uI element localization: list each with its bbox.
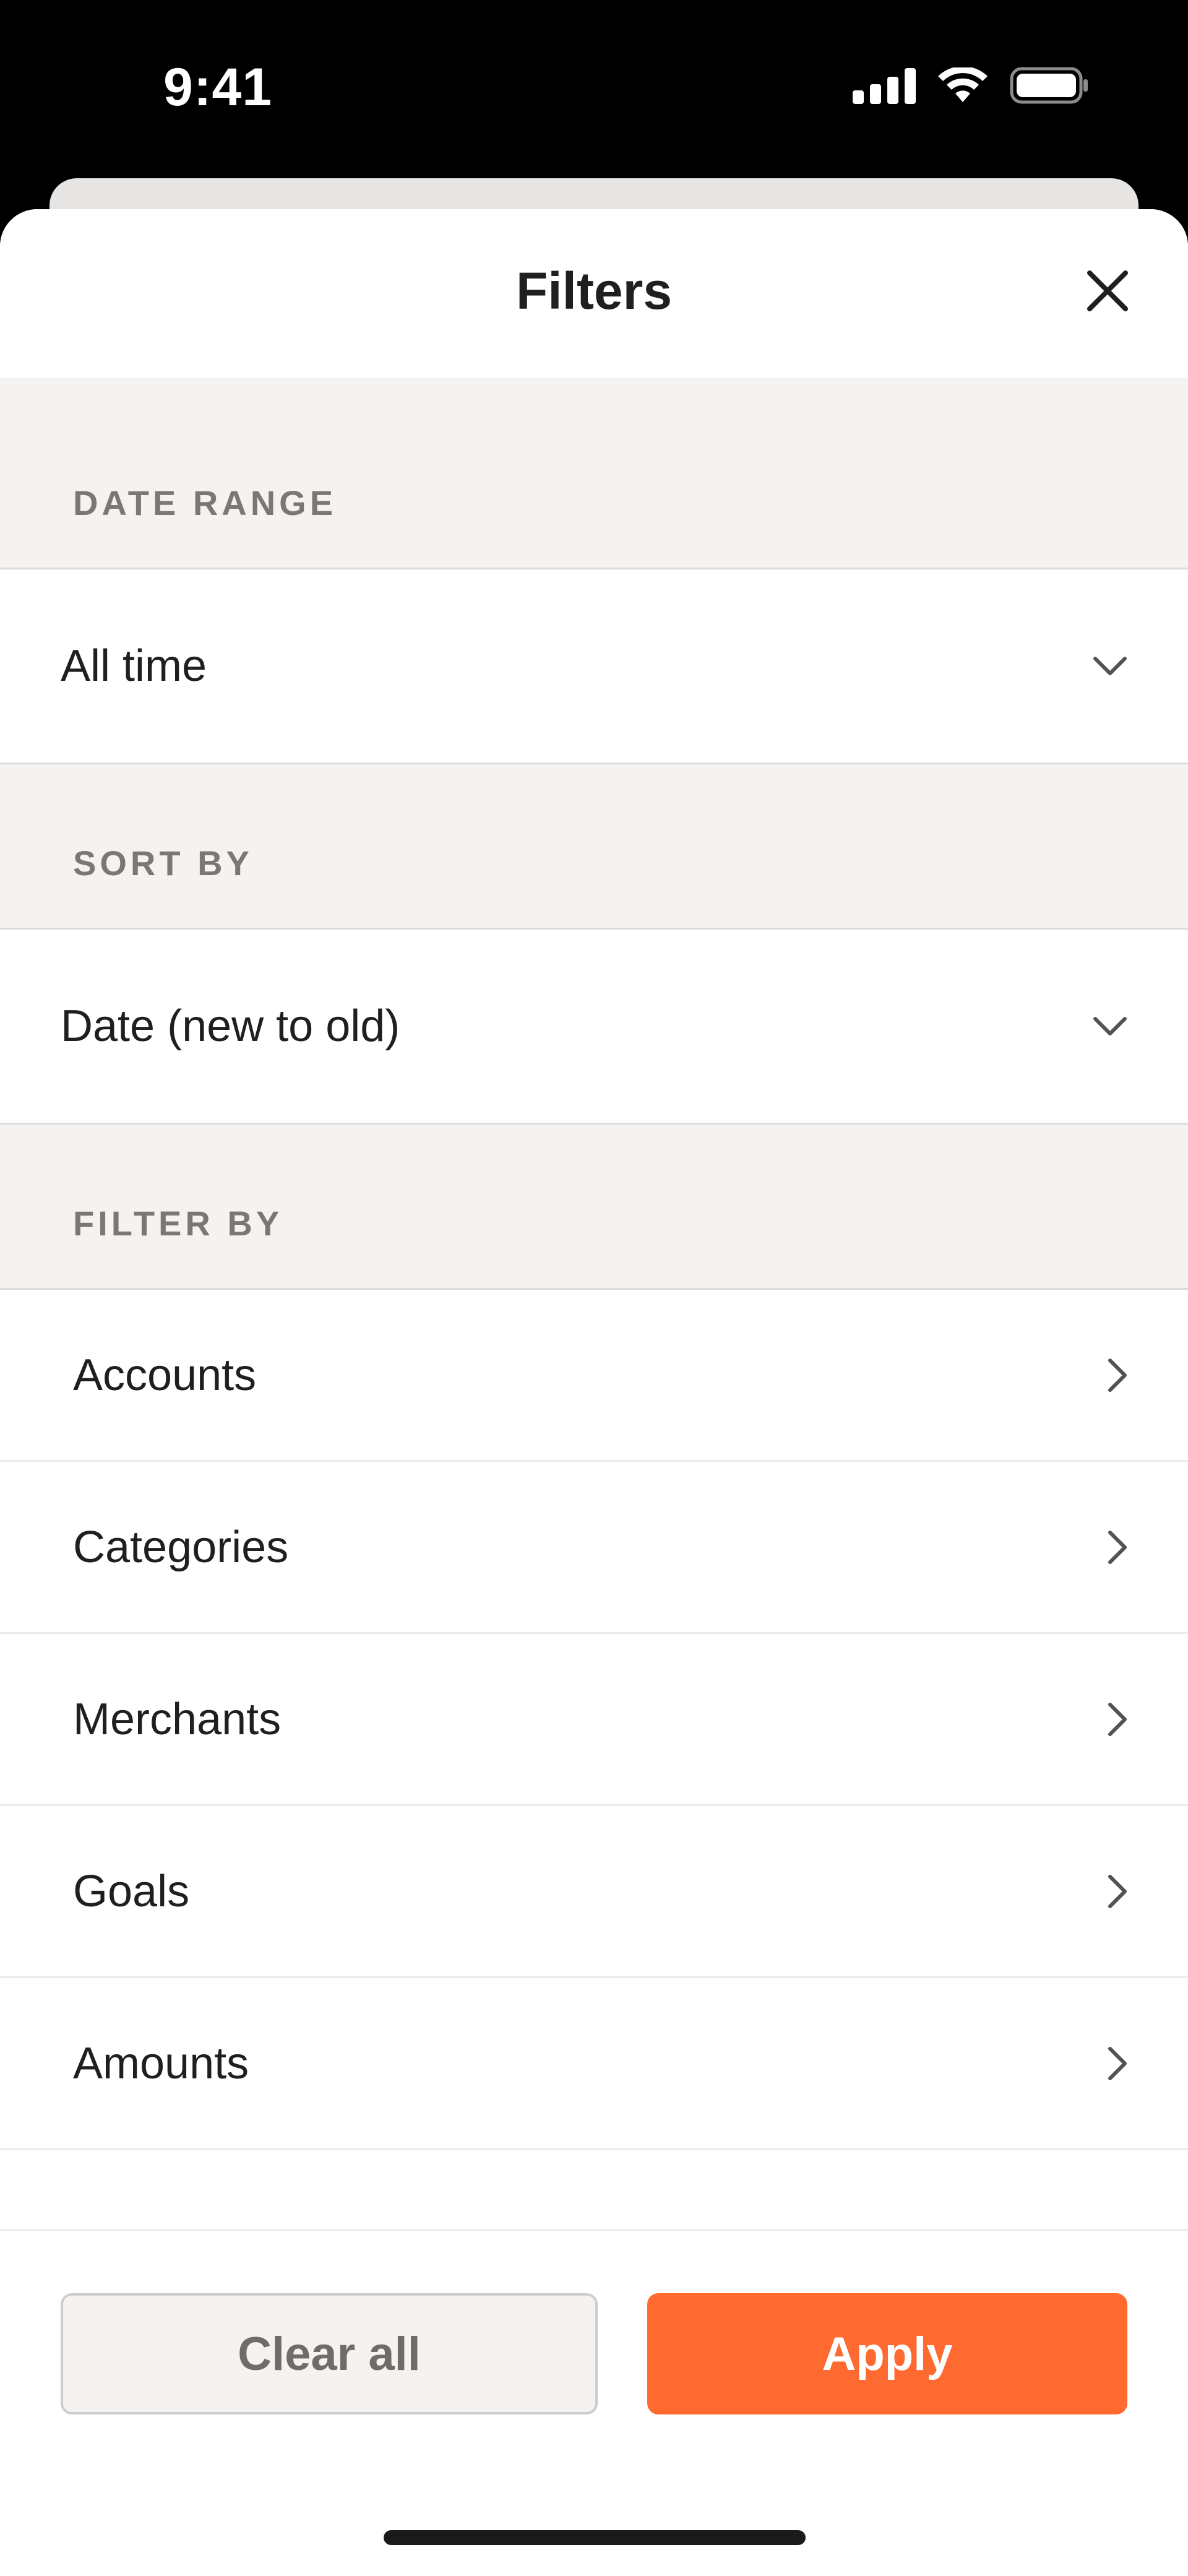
filter-by-label: FILTER BY <box>73 1204 283 1243</box>
filter-item-label: Categories <box>73 1522 289 1572</box>
sort-by-section-header: SORT BY <box>0 763 1188 930</box>
chevron-down-icon <box>1093 1017 1127 1035</box>
chevron-right-icon <box>1108 1702 1127 1736</box>
close-button[interactable] <box>1083 266 1132 316</box>
date-range-section-header: DATE RANGE <box>0 378 1188 569</box>
filters-sheet: Filters DATE RANGE All time SORT BY Date… <box>0 209 1188 2576</box>
sort-by-label: SORT BY <box>73 844 253 883</box>
apply-button[interactable]: Apply <box>647 2293 1127 2414</box>
chevron-down-icon <box>1093 657 1127 675</box>
filter-item-amounts[interactable]: Amounts <box>0 1978 1188 2150</box>
filter-item-label: Merchants <box>73 1694 282 1744</box>
sort-by-select[interactable]: Date (new to old) <box>0 930 1188 1123</box>
signal-icon <box>853 67 916 104</box>
filter-item-label: Amounts <box>73 2038 249 2088</box>
clear-all-button[interactable]: Clear all <box>61 2293 598 2414</box>
sort-by-value: Date (new to old) <box>61 1001 400 1051</box>
status-bar: 9:41 <box>0 0 1188 179</box>
filter-list: Accounts Categories Merchants Goals Amou… <box>0 1290 1188 2150</box>
close-icon <box>1087 270 1128 311</box>
home-indicator[interactable] <box>384 2530 806 2545</box>
date-range-label: DATE RANGE <box>73 483 337 522</box>
filter-item-label: Goals <box>73 1866 190 1916</box>
status-icons <box>853 67 1089 104</box>
screen: 9:41 Filters DATE RANGE All time SORT BY… <box>0 0 1188 2576</box>
chevron-right-icon <box>1108 1358 1127 1392</box>
wifi-icon <box>938 67 988 103</box>
battery-icon <box>1010 67 1089 104</box>
filter-item-categories[interactable]: Categories <box>0 1462 1188 1634</box>
filter-item-label: Accounts <box>73 1350 257 1400</box>
filter-item-merchants[interactable]: Merchants <box>0 1634 1188 1806</box>
chevron-right-icon <box>1108 1530 1127 1564</box>
chevron-right-icon <box>1108 2046 1127 2080</box>
date-range-select[interactable]: All time <box>0 569 1188 763</box>
status-time: 9:41 <box>163 58 273 117</box>
chevron-right-icon <box>1108 1874 1127 1908</box>
filter-by-section-header: FILTER BY <box>0 1123 1188 1290</box>
filter-item-accounts[interactable]: Accounts <box>0 1290 1188 1462</box>
filter-item-goals[interactable]: Goals <box>0 1806 1188 1978</box>
date-range-value: All time <box>61 641 207 691</box>
sheet-footer: Clear all Apply <box>0 2229 1188 2576</box>
page-title: Filters <box>515 262 673 320</box>
sheet-header: Filters <box>0 209 1188 378</box>
